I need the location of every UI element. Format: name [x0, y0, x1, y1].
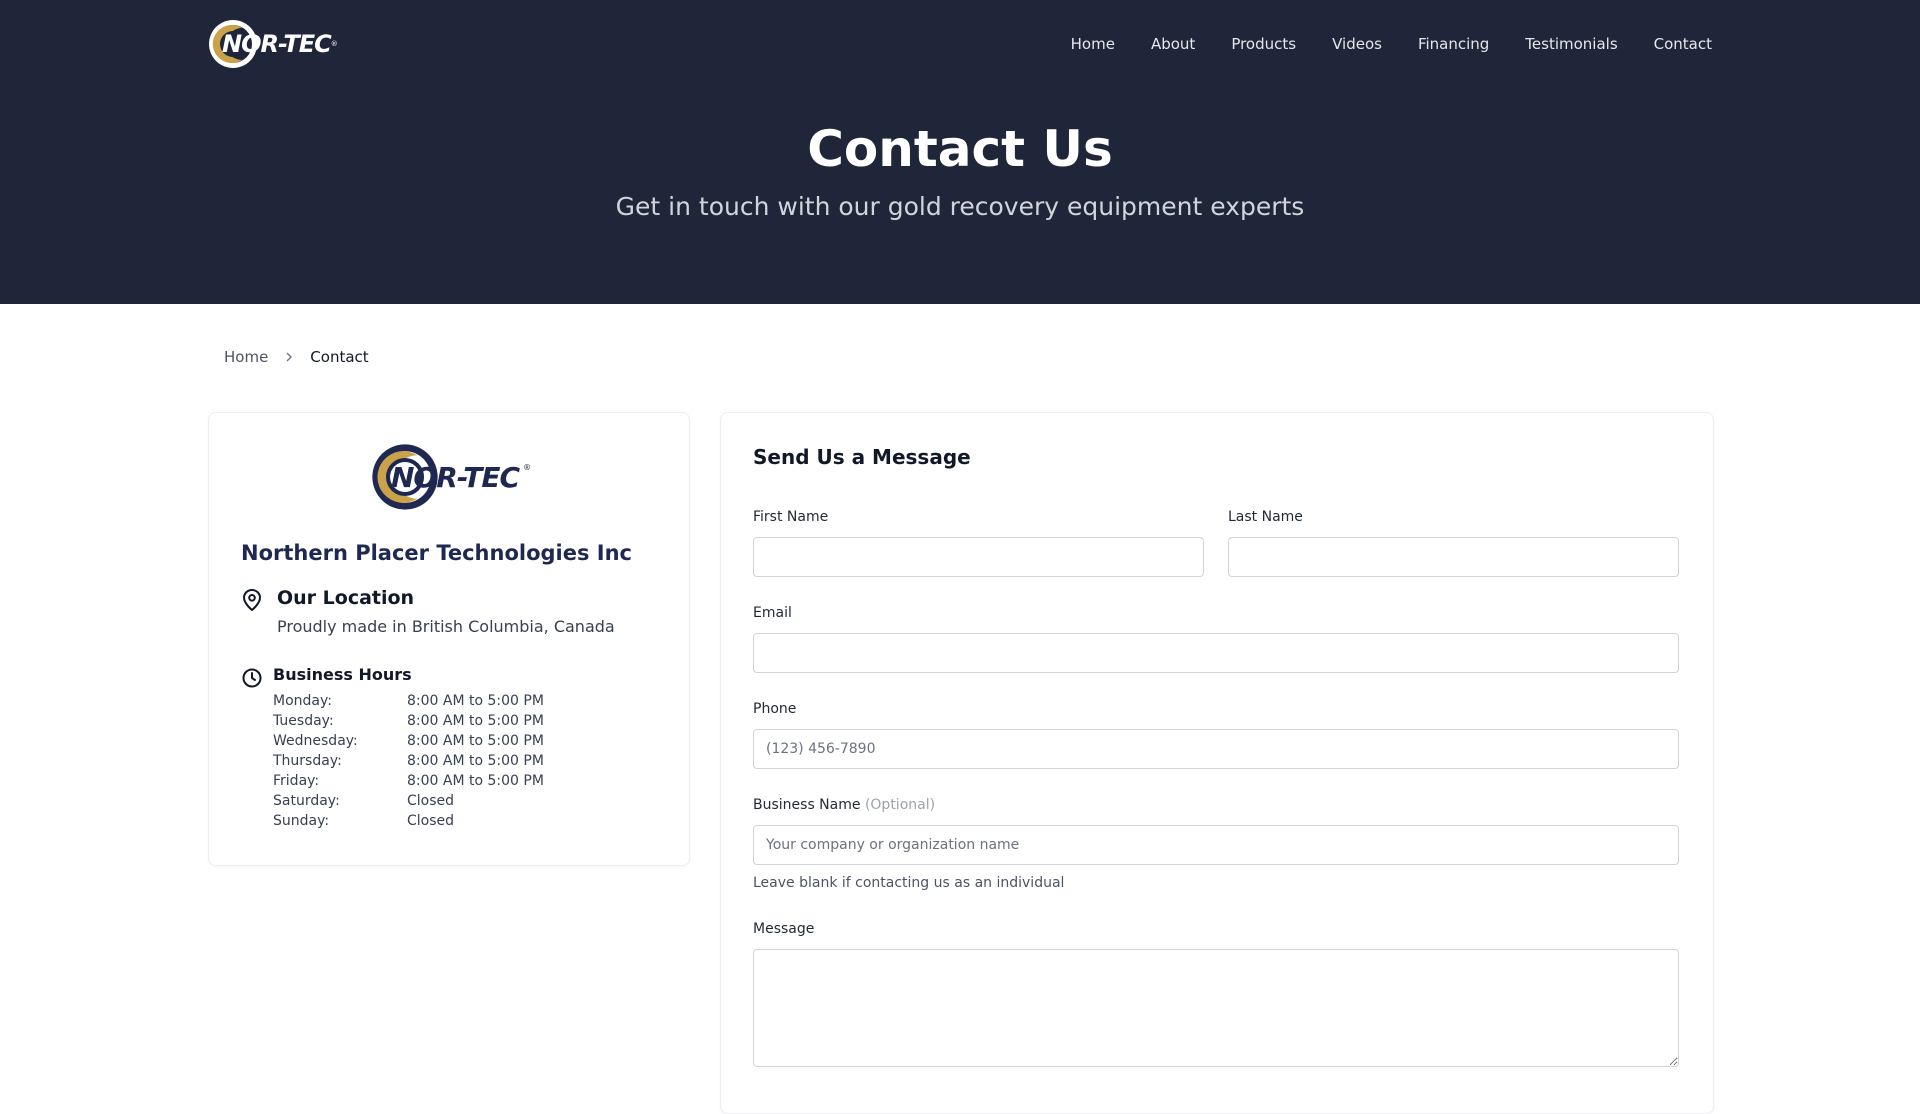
page-subtitle: Get in touch with our gold recovery equi…	[615, 192, 1305, 221]
breadcrumb-current: Contact	[310, 348, 369, 366]
logo-wordmark: NOR-TEC	[391, 461, 520, 494]
nav-products[interactable]: Products	[1213, 35, 1314, 53]
business-name-input[interactable]	[753, 825, 1679, 865]
hours-row: Monday: 8:00 AM to 5:00 PM	[273, 691, 544, 711]
business-name-hint: Leave blank if contacting us as an indiv…	[753, 875, 1065, 891]
hours-time: Closed	[407, 793, 455, 809]
company-logo: NOR-TEC ®	[371, 443, 531, 511]
hours-row: Sunday: Closed	[273, 811, 544, 831]
map-pin-icon	[242, 588, 262, 612]
hours-day: Tuesday:	[273, 713, 334, 729]
hours-time: 8:00 AM to 5:00 PM	[407, 753, 544, 769]
hours-time: 8:00 AM to 5:00 PM	[407, 773, 544, 789]
hours-row: Thursday: 8:00 AM to 5:00 PM	[273, 751, 544, 771]
form-title: Send Us a Message	[753, 445, 971, 469]
email-label: Email	[753, 605, 792, 621]
business-name-label: Business Name (Optional)	[753, 797, 935, 813]
hours-time: 8:00 AM to 5:00 PM	[407, 693, 544, 709]
hours-time: Closed	[407, 813, 455, 829]
nav-about[interactable]: About	[1133, 35, 1213, 53]
logo-registered-mark: ®	[330, 40, 338, 48]
hours-row: Friday: 8:00 AM to 5:00 PM	[273, 771, 544, 791]
nav-home[interactable]: Home	[1053, 35, 1133, 53]
clock-icon	[242, 668, 262, 688]
hours-day: Thursday:	[273, 753, 342, 769]
breadcrumb-home-link[interactable]: Home	[224, 348, 268, 366]
optional-tag: (Optional)	[864, 797, 936, 813]
nav-videos[interactable]: Videos	[1314, 35, 1400, 53]
hours-day: Friday:	[273, 773, 320, 789]
hours-row: Wednesday: 8:00 AM to 5:00 PM	[273, 731, 544, 751]
logo-wordmark: NOR-TEC	[222, 30, 332, 58]
nav-contact[interactable]: Contact	[1636, 35, 1712, 53]
hours-day: Wednesday:	[273, 733, 358, 749]
nav-financing[interactable]: Financing	[1400, 35, 1507, 53]
business-hours-table: Monday: 8:00 AM to 5:00 PM Tuesday: 8:00 A…	[273, 691, 544, 831]
phone-input[interactable]	[753, 729, 1679, 769]
phone-label: Phone	[753, 701, 797, 717]
page-title: Contact Us	[807, 120, 1113, 178]
email-input[interactable]	[753, 633, 1679, 673]
hours-day: Sunday:	[273, 813, 330, 829]
breadcrumb: Home Contact	[224, 348, 369, 366]
site-logo[interactable]: NOR-TEC ®	[208, 19, 338, 69]
hours-row: Saturday: Closed	[273, 791, 544, 811]
hours-row: Tuesday: 8:00 AM to 5:00 PM	[273, 711, 544, 731]
hours-time: 8:00 AM to 5:00 PM	[407, 713, 544, 729]
location-title: Our Location	[277, 587, 415, 609]
company-info-card: NOR-TEC ® Northern Placer Technologies I…	[208, 412, 690, 866]
main-nav: Home About Products Videos Financing Tes…	[1053, 35, 1712, 53]
last-name-input[interactable]	[1228, 537, 1679, 577]
nav-testimonials[interactable]: Testimonials	[1507, 35, 1635, 53]
top-nav-bar: NOR-TEC ® Home About Products Videos Fin…	[208, 14, 1712, 74]
business-name-label-text: Business Name	[753, 797, 861, 813]
location-text: Proudly made in British Columbia, Canada	[277, 617, 615, 636]
hours-time: 8:00 AM to 5:00 PM	[407, 733, 544, 749]
company-name: Northern Placer Technologies Inc	[241, 541, 633, 565]
business-hours-title: Business Hours	[273, 665, 412, 684]
message-textarea[interactable]	[753, 949, 1679, 1067]
hours-day: Saturday:	[273, 793, 340, 809]
first-name-label: First Name	[753, 509, 829, 525]
hero-header: NOR-TEC ® Home About Products Videos Fin…	[0, 0, 1920, 304]
contact-form-card: Send Us a Message First Name Last Name E…	[720, 412, 1714, 1114]
chevron-right-icon	[284, 351, 294, 363]
hours-day: Monday:	[273, 693, 332, 709]
last-name-label: Last Name	[1228, 509, 1303, 525]
logo-registered-mark: ®	[523, 463, 531, 472]
message-label: Message	[753, 921, 815, 937]
first-name-input[interactable]	[753, 537, 1204, 577]
